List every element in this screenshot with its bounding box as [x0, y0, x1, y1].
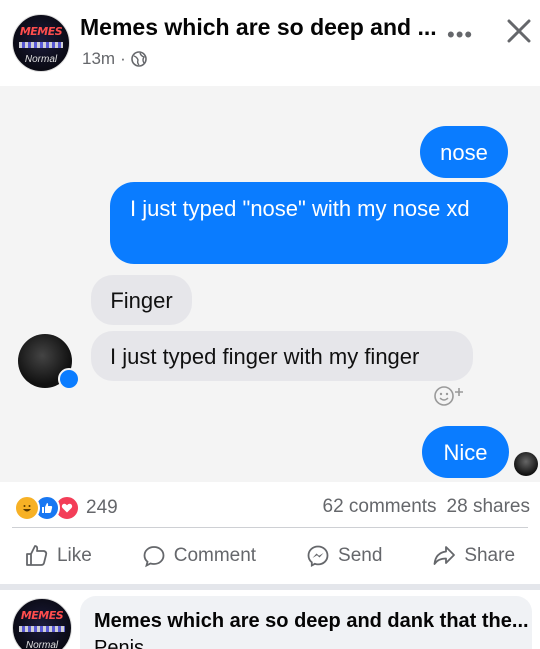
add-reaction-icon	[434, 386, 463, 406]
share-label: Share	[464, 545, 516, 566]
comment-icon	[143, 546, 165, 568]
message-outgoing: Nice	[422, 426, 509, 478]
send-label: Send	[338, 545, 383, 566]
page-avatar[interactable]: MEMES Normal	[12, 14, 70, 72]
message-outgoing: nose	[420, 126, 508, 178]
avatar-logo-text: MEMES	[20, 609, 64, 622]
close-icon[interactable]	[502, 14, 536, 48]
shared-post-text: Penis	[94, 637, 145, 649]
send-button[interactable]: Send	[306, 544, 382, 568]
avatar-logo-text: MEMES	[19, 25, 63, 38]
haha-icon	[14, 495, 40, 521]
avatar-logo-subtext: Normal	[25, 640, 59, 649]
globe-icon	[130, 51, 147, 67]
message-incoming: Finger	[91, 275, 192, 325]
post-meta: 13m ·	[82, 49, 147, 69]
messenger-icon	[307, 545, 329, 568]
like-button[interactable]: Like	[25, 544, 92, 568]
avatar-stripe	[19, 42, 63, 48]
shared-post-title[interactable]: Memes which are so deep and dank that th…	[94, 610, 529, 633]
page-name[interactable]: Memes which are so deep and ...	[80, 14, 437, 41]
comment-button[interactable]: Comment	[142, 544, 256, 568]
reactions-summary[interactable]: 249	[14, 495, 118, 521]
seen-avatar	[514, 452, 538, 476]
message-incoming: I just typed finger with my finger	[91, 331, 473, 381]
more-options-icon[interactable]: •••	[447, 22, 473, 48]
share-button[interactable]: Share	[432, 544, 515, 568]
post-time[interactable]: 13m	[82, 49, 115, 69]
comments-count[interactable]: 62 comments	[323, 496, 437, 518]
engagement-counts: 62 comments 28 shares	[323, 496, 531, 518]
message-outgoing: I just typed "nose" with my nose xd	[110, 182, 508, 264]
comment-label: Comment	[173, 545, 257, 566]
post-actions: Like Comment Send Share	[0, 528, 540, 584]
reaction-count: 249	[86, 497, 118, 518]
meta-separator: ·	[120, 49, 126, 68]
share-icon	[433, 546, 456, 565]
post-stats: 249 62 comments 28 shares	[0, 482, 540, 528]
avatar-logo-subtext: Normal	[24, 54, 58, 65]
messenger-badge-icon	[58, 368, 80, 390]
avatar-stripe	[19, 626, 65, 632]
chat-screenshot: nose I just typed "nose" with my nose xd…	[0, 86, 540, 482]
post-header: MEMES Normal Memes which are so deep and…	[0, 0, 540, 86]
shares-count[interactable]: 28 shares	[447, 496, 530, 518]
like-label: Like	[56, 545, 92, 566]
thumbs-up-icon	[26, 545, 48, 566]
shared-post[interactable]: MEMES Normal Memes which are so deep and…	[0, 590, 540, 649]
shared-page-avatar[interactable]: MEMES Normal	[12, 598, 72, 649]
shared-post-preview[interactable]: Memes which are so deep and dank that th…	[80, 596, 532, 649]
